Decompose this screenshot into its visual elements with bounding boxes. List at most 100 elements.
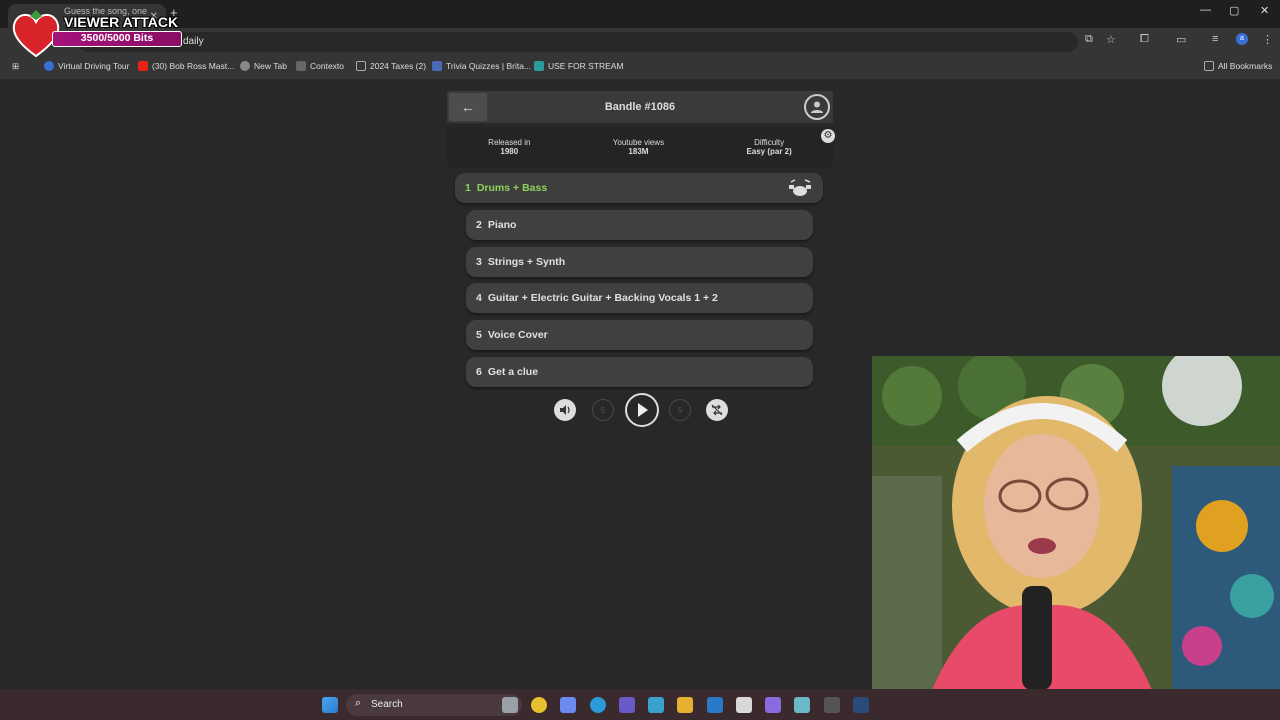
- file-explorer-icon[interactable]: [677, 697, 693, 713]
- rewind-button[interactable]: 5: [592, 399, 614, 421]
- maximize-button[interactable]: ▢: [1229, 4, 1239, 17]
- bookmark-label: Trivia Quizzes | Brita...: [446, 61, 532, 71]
- app-icon[interactable]: [765, 697, 781, 713]
- profile-avatar-icon[interactable]: a: [1236, 33, 1248, 45]
- chrome-taskbar-icon[interactable]: [531, 697, 547, 713]
- windows-taskbar: ⌕ Search: [0, 689, 1280, 720]
- media-icon[interactable]: ≡: [1212, 33, 1218, 45]
- track-label: Get a clue: [487, 366, 539, 378]
- bookmarks-bar: ⊞ Virtual Driving Tour (30) Bob Ross Mas…: [0, 56, 1280, 80]
- bookmark-item[interactable]: USE FOR STREAM: [534, 61, 624, 71]
- bookmark-item[interactable]: Virtual Driving Tour: [44, 61, 130, 71]
- track-number: 3: [476, 256, 482, 268]
- steam-icon[interactable]: [853, 697, 869, 713]
- profile-button[interactable]: [804, 94, 830, 120]
- taskbar-search-label: Search: [371, 699, 403, 710]
- back-button[interactable]: ←: [449, 93, 487, 121]
- views-label: Youtube views: [612, 138, 665, 147]
- sidebar-icon[interactable]: ▭: [1176, 33, 1186, 46]
- bookmark-item[interactable]: 2024 Taxes (2): [356, 61, 426, 71]
- track-row[interactable]: 4 Guitar + Electric Guitar + Backing Voc…: [466, 283, 813, 313]
- released-label: Released in: [488, 138, 531, 147]
- install-icon[interactable]: ⧉: [1085, 33, 1093, 46]
- track-number: 2: [476, 219, 482, 231]
- folder-icon: [1204, 61, 1214, 71]
- user-icon: [811, 101, 823, 113]
- extensions-icon[interactable]: ⧠: [1140, 33, 1149, 46]
- bookmark-label: USE FOR STREAM: [548, 61, 624, 71]
- bookmark-label: Contexto: [310, 61, 345, 71]
- address-text: daily: [183, 36, 204, 47]
- page-title: Bandle #1086: [604, 101, 676, 113]
- difficulty-label: Difficulty: [754, 138, 785, 147]
- bookmark-label: New Tab: [254, 61, 287, 71]
- track-number: 6: [476, 366, 482, 378]
- track-row[interactable]: 2 Piano: [466, 210, 813, 240]
- address-bar[interactable]: daily: [78, 32, 1078, 52]
- minimize-button[interactable]: —: [1200, 4, 1211, 16]
- track-number: 4: [476, 292, 482, 304]
- youtube-icon: [138, 61, 148, 71]
- bookmark-item[interactable]: (30) Bob Ross Mast...: [138, 61, 234, 71]
- all-bookmarks-button[interactable]: All Bookmarks: [1204, 61, 1272, 71]
- released-value: 1980: [500, 147, 519, 156]
- britannica-icon: [432, 61, 442, 71]
- windows-start-icon[interactable]: [322, 697, 338, 713]
- task-view-icon[interactable]: [502, 697, 518, 713]
- released-info: Released in 1980: [488, 138, 530, 156]
- pi-icon: [534, 61, 544, 71]
- play-button[interactable]: [625, 393, 659, 427]
- bookmark-label: (30) Bob Ross Mast...: [152, 61, 235, 71]
- app-header: ← Bandle #1086: [447, 91, 833, 123]
- arrow-left-icon: ←: [461, 99, 475, 115]
- copilot-icon[interactable]: [560, 697, 576, 713]
- track-row[interactable]: 5 Voice Cover: [466, 320, 813, 350]
- bookmark-item[interactable]: Trivia Quizzes | Brita...: [432, 61, 531, 71]
- folder-icon: [356, 61, 366, 71]
- store-icon[interactable]: [736, 697, 752, 713]
- streamer-webcam-image: [872, 356, 1280, 690]
- volume-icon: [560, 405, 570, 415]
- track-label: Strings + Synth: [487, 256, 566, 268]
- forward-button[interactable]: 5: [669, 399, 691, 421]
- rewind-5-icon: 5: [600, 405, 606, 415]
- bookmark-label: Virtual Driving Tour: [58, 61, 130, 71]
- taskbar-search[interactable]: ⌕ Search: [346, 694, 522, 716]
- track-label: Drums + Bass: [476, 182, 548, 194]
- app-icon[interactable]: [794, 697, 810, 713]
- settings-gear-icon[interactable]: ⚙: [821, 129, 835, 143]
- bookmark-star-icon[interactable]: ☆: [1106, 33, 1116, 46]
- bits-progress-label: 3500/5000 Bits: [80, 32, 154, 44]
- difficulty-value: Easy (par 2): [746, 147, 792, 156]
- chrome-icon: [240, 61, 250, 71]
- song-info-bar: Released in 1980 Youtube views 183M Diff…: [447, 127, 833, 167]
- close-window-button[interactable]: ✕: [1260, 4, 1269, 17]
- tab-strip: Guess the song, one in... ✕ + — ▢ ✕: [0, 0, 1280, 28]
- views-info: Youtube views 183M: [613, 138, 664, 156]
- track-row[interactable]: 6 Get a clue: [466, 357, 813, 387]
- bookmark-item[interactable]: Contexto: [296, 61, 344, 71]
- bandle-app: ← Bandle #1086 Released in 1980 Youtube …: [447, 91, 835, 167]
- bookmark-item[interactable]: New Tab: [240, 61, 287, 71]
- drum-kit-icon: [789, 179, 811, 196]
- bits-progress-bar: 3500/5000 Bits: [52, 31, 182, 47]
- edge-icon[interactable]: [590, 697, 606, 713]
- track-row[interactable]: 1 Drums + Bass: [455, 173, 823, 203]
- photos-icon[interactable]: [648, 697, 664, 713]
- skip-button[interactable]: [706, 399, 728, 421]
- search-icon: ⌕: [355, 697, 362, 709]
- track-label: Voice Cover: [487, 329, 548, 341]
- contexto-icon: [296, 61, 306, 71]
- all-bookmarks-label: All Bookmarks: [1218, 61, 1273, 71]
- track-label: Guitar + Electric Guitar + Backing Vocal…: [487, 292, 718, 304]
- viewer-attack-title: VIEWER ATTACK: [64, 14, 179, 30]
- teams-icon[interactable]: [619, 697, 635, 713]
- app-icon[interactable]: [824, 697, 840, 713]
- apps-grid-icon[interactable]: ⊞: [12, 61, 19, 72]
- track-number: 1: [465, 182, 471, 194]
- menu-kebab-icon[interactable]: ⋮: [1262, 33, 1273, 46]
- volume-button[interactable]: [554, 399, 576, 421]
- track-row[interactable]: 3 Strings + Synth: [466, 247, 813, 277]
- forward-5-icon: 5: [677, 405, 683, 415]
- outlook-icon[interactable]: [707, 697, 723, 713]
